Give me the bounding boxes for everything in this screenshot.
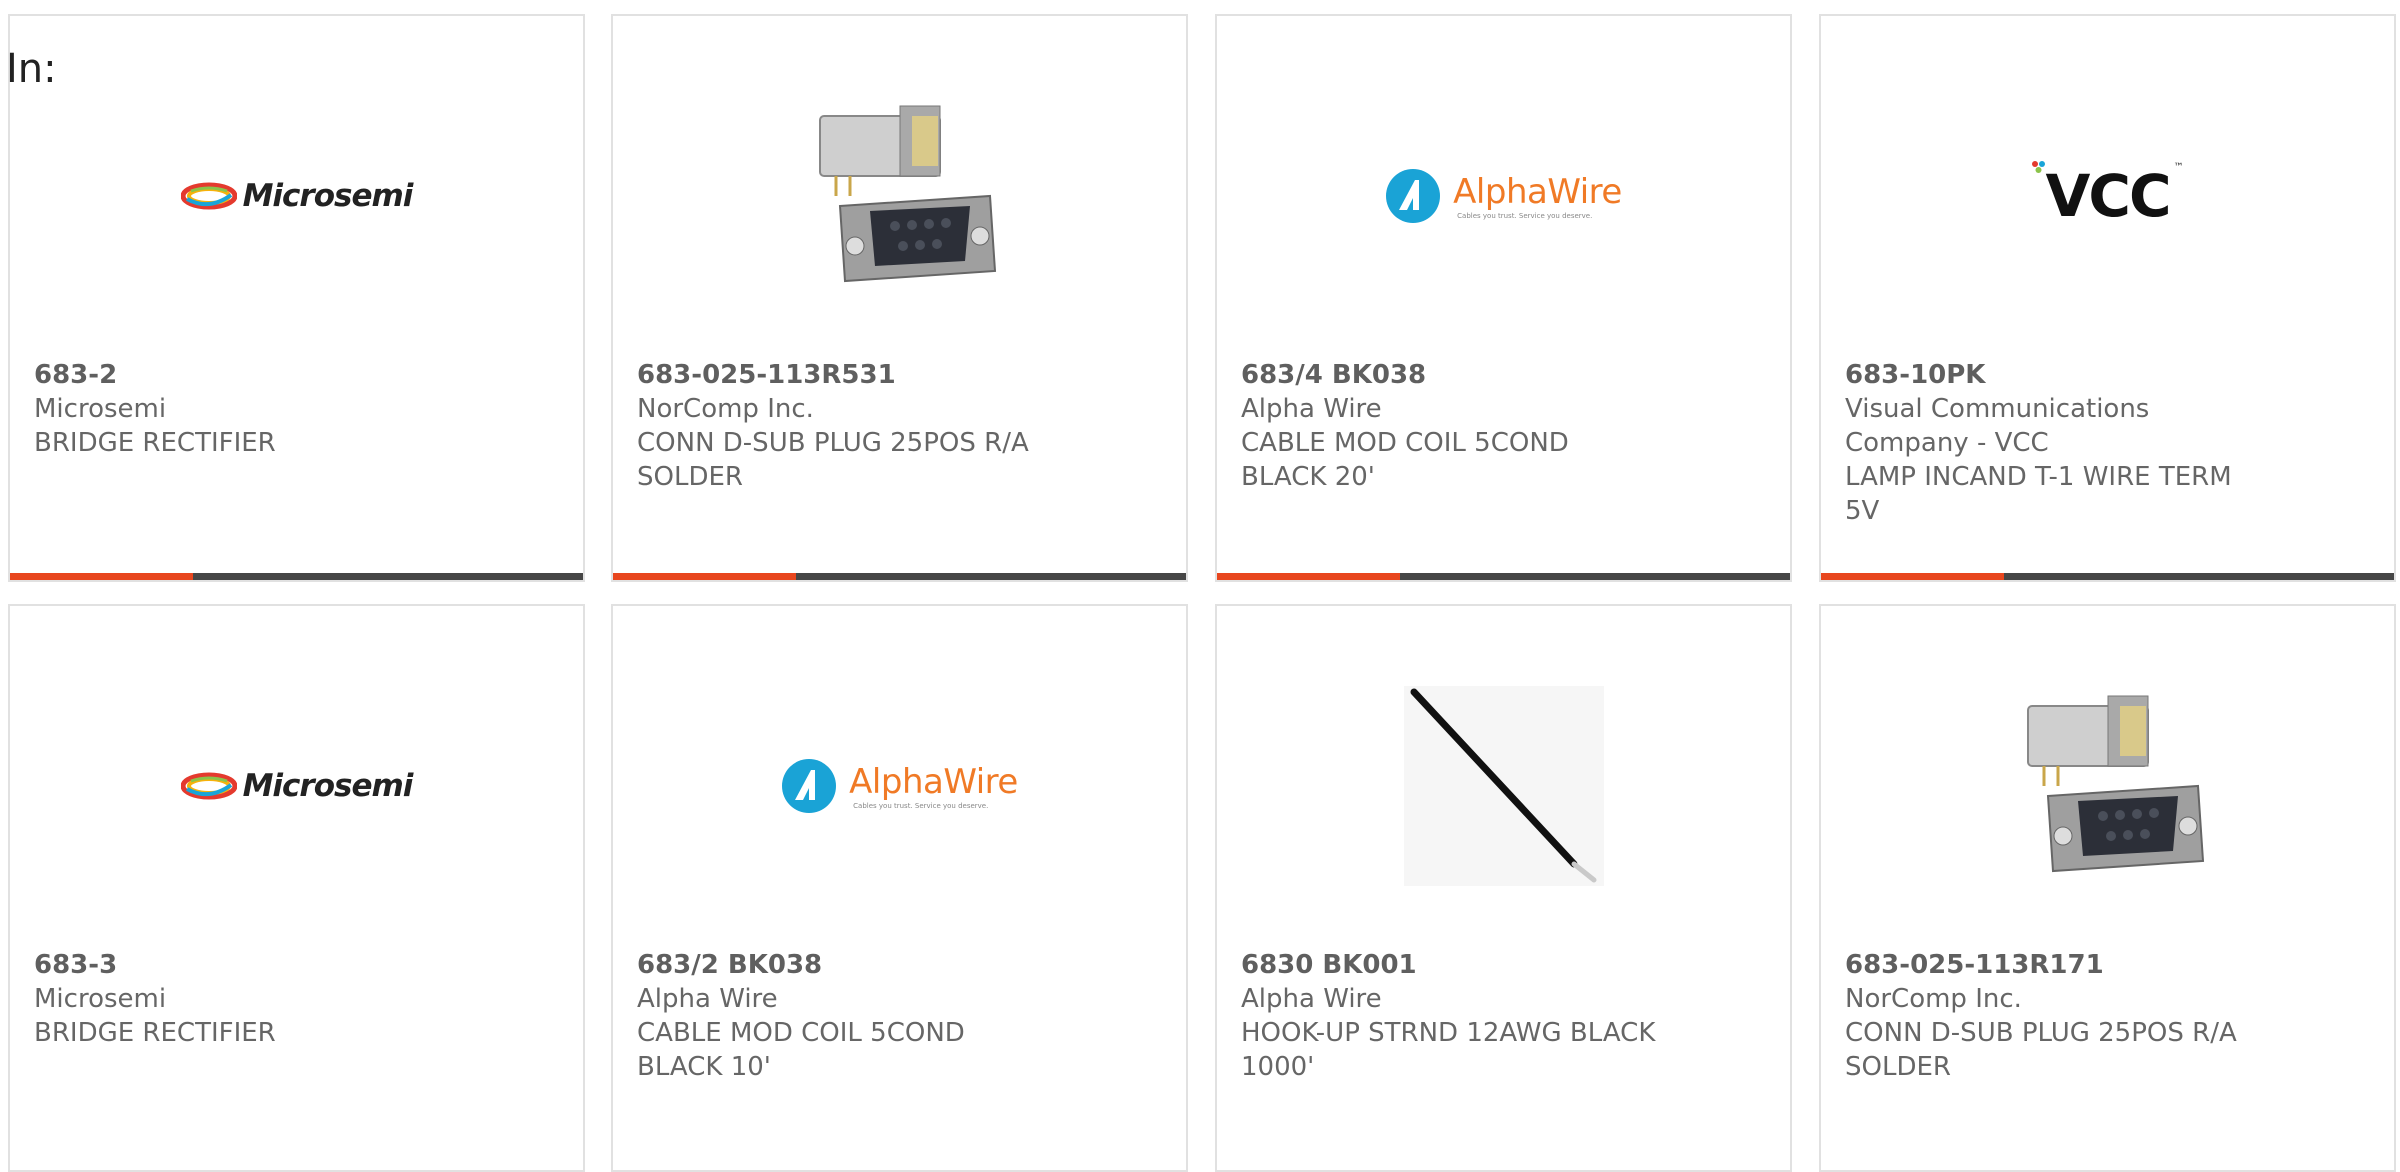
product-info: 683/4 BK038 Alpha Wire CABLE MOD COIL 5C… [1241, 358, 1661, 494]
description: HOOK-UP STRND 12AWG BLACK 1000' [1241, 1018, 1656, 1082]
product-info: 6830 BK001 Alpha Wire HOOK-UP STRND 12AW… [1241, 948, 1661, 1084]
product-grid: Microsemi 683-2 Microsemi BRIDGE RECTIFI… [0, 0, 2400, 1172]
card-accent-bar [1217, 573, 1400, 580]
alphawire-logo: AlphaWire Cables you trust. Service you … [781, 758, 1018, 814]
product-info: 683/2 BK038 Alpha Wire CABLE MOD COIL 5C… [637, 948, 1057, 1084]
dsub-connector-photo [2026, 695, 2204, 873]
manufacturer: NorComp Inc. [1845, 984, 2022, 1014]
manufacturer: Microsemi [34, 984, 167, 1014]
microsemi-logo: Microsemi [180, 768, 413, 804]
card-accent-bar [613, 573, 796, 580]
product-image: VCC ™ [1821, 76, 2394, 316]
manufacturer: Microsemi [34, 394, 167, 424]
part-number[interactable]: 683-025-113R531 [637, 358, 1057, 392]
part-number[interactable]: 683-2 [34, 358, 454, 392]
product-card[interactable]: 683-025-113R171 NorComp Inc. CONN D-SUB … [1819, 604, 2396, 1172]
product-card[interactable]: Microsemi 683-2 Microsemi BRIDGE RECTIFI… [8, 14, 585, 582]
vcc-logo: VCC ™ [2031, 161, 2184, 230]
description: LAMP INCAND T-1 WIRE TERM 5V [1845, 462, 2232, 526]
product-card[interactable]: AlphaWire Cables you trust. Service you … [611, 604, 1188, 1172]
card-accent-bar [1821, 573, 2004, 580]
part-number[interactable]: 683/4 BK038 [1241, 358, 1661, 392]
black-wire-photo [1403, 686, 1604, 886]
description: CABLE MOD COIL 5COND BLACK 10' [637, 1018, 965, 1082]
part-number[interactable]: 683-3 [34, 948, 454, 982]
product-image: Microsemi [10, 76, 583, 316]
product-card[interactable]: 683-025-113R531 NorComp Inc. CONN D-SUB … [611, 14, 1188, 582]
product-info: 683-025-113R531 NorComp Inc. CONN D-SUB … [637, 358, 1057, 494]
card-accent-bar [10, 573, 193, 580]
product-card[interactable]: VCC ™ 683-10PK Visual Communications Comp… [1819, 14, 2396, 582]
product-info: 683-3 Microsemi BRIDGE RECTIFIER [34, 948, 454, 1050]
product-image [613, 76, 1186, 316]
product-image [1217, 666, 1790, 906]
alphawire-logo: AlphaWire Cables you trust. Service you … [1385, 168, 1622, 224]
dsub-connector-photo [818, 105, 996, 283]
description: CONN D-SUB PLUG 25POS R/A SOLDER [1845, 1018, 2237, 1082]
product-info: 683-025-113R171 NorComp Inc. CONN D-SUB … [1845, 948, 2265, 1084]
card-bottom-bar [613, 573, 1186, 580]
description: BRIDGE RECTIFIER [34, 1018, 276, 1048]
manufacturer: Visual Communications Company - VCC [1845, 394, 2150, 458]
product-image: Microsemi [10, 666, 583, 906]
product-info: 683-2 Microsemi BRIDGE RECTIFIER [34, 358, 454, 460]
manufacturer: Alpha Wire [637, 984, 778, 1014]
card-bottom-bar [1821, 573, 2394, 580]
part-number[interactable]: 683-025-113R171 [1845, 948, 2265, 982]
card-bottom-bar [1217, 573, 1790, 580]
in-label: In: [6, 46, 57, 92]
product-card[interactable]: Microsemi 683-3 Microsemi BRIDGE RECTIFI… [8, 604, 585, 1172]
product-image [1821, 666, 2394, 906]
product-card[interactable]: 6830 BK001 Alpha Wire HOOK-UP STRND 12AW… [1215, 604, 1792, 1172]
manufacturer: NorComp Inc. [637, 394, 814, 424]
part-number[interactable]: 683/2 BK038 [637, 948, 1057, 982]
product-image: AlphaWire Cables you trust. Service you … [1217, 76, 1790, 316]
microsemi-logo: Microsemi [180, 178, 413, 214]
description: CONN D-SUB PLUG 25POS R/A SOLDER [637, 428, 1029, 492]
manufacturer: Alpha Wire [1241, 984, 1382, 1014]
card-bottom-bar [10, 573, 583, 580]
product-card[interactable]: AlphaWire Cables you trust. Service you … [1215, 14, 1792, 582]
product-image: AlphaWire Cables you trust. Service you … [613, 666, 1186, 906]
description: CABLE MOD COIL 5COND BLACK 20' [1241, 428, 1569, 492]
part-number[interactable]: 683-10PK [1845, 358, 2265, 392]
part-number[interactable]: 6830 BK001 [1241, 948, 1661, 982]
product-info: 683-10PK Visual Communications Company -… [1845, 358, 2265, 528]
manufacturer: Alpha Wire [1241, 394, 1382, 424]
description: BRIDGE RECTIFIER [34, 428, 276, 458]
